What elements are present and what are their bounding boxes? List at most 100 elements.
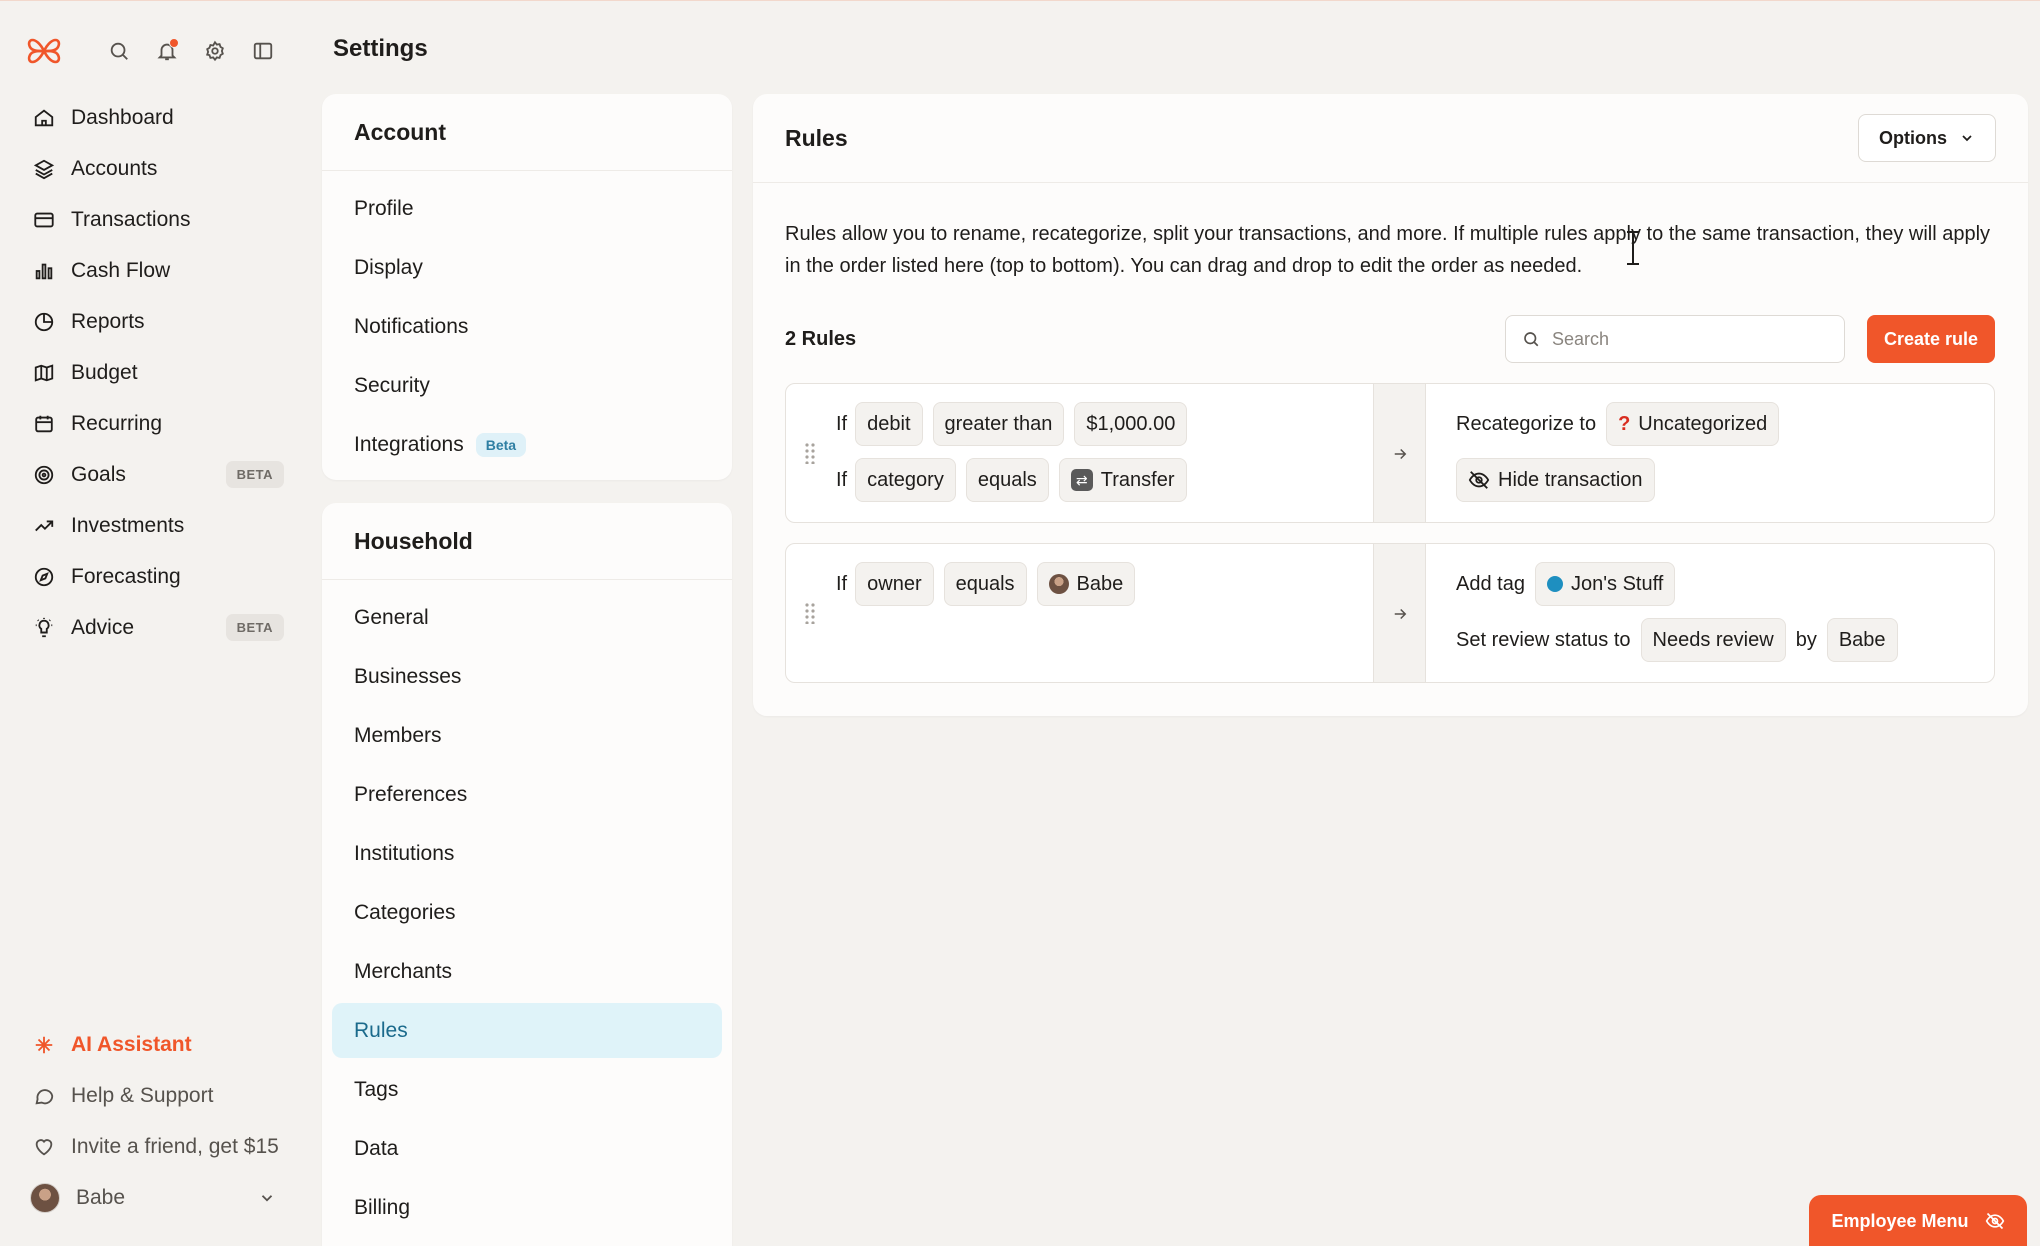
hide-transaction-chip[interactable]: Hide transaction bbox=[1456, 458, 1655, 502]
sidebar-item-reports[interactable]: Reports bbox=[20, 296, 290, 347]
settings-item-label: Integrations bbox=[354, 432, 464, 456]
help-support-link[interactable]: Help & Support bbox=[20, 1070, 290, 1121]
condition-value-label: Babe bbox=[1076, 572, 1124, 595]
tag-chip[interactable]: Jon's Stuff bbox=[1534, 562, 1676, 606]
trend-up-icon bbox=[32, 514, 56, 538]
settings-item-preferences[interactable]: Preferences bbox=[332, 767, 722, 822]
sidebar-item-label: Reports bbox=[71, 309, 145, 333]
arrow-right-icon bbox=[1391, 445, 1409, 463]
sidebar-item-label: Accounts bbox=[71, 156, 158, 180]
condition-value-chip[interactable]: ⇄ Transfer bbox=[1058, 458, 1187, 502]
settings-item-label: Merchants bbox=[354, 959, 453, 983]
drag-handle-icon[interactable] bbox=[804, 602, 816, 624]
settings-item-notifications[interactable]: Notifications bbox=[332, 299, 722, 354]
options-dropdown[interactable]: Options bbox=[1858, 114, 1996, 162]
condition-operator-chip[interactable]: equals bbox=[965, 458, 1049, 502]
sidebar-item-accounts[interactable]: Accounts bbox=[20, 143, 290, 194]
rule-actions: Add tag Jon's Stuff Set review status to… bbox=[1456, 562, 1976, 674]
condition-field-chip[interactable]: owner bbox=[855, 562, 934, 606]
employee-menu-label: Employee Menu bbox=[1831, 1210, 1969, 1231]
brand-logo-icon[interactable] bbox=[24, 31, 64, 71]
settings-item-businesses[interactable]: Businesses bbox=[332, 649, 722, 704]
hide-transaction-label: Hide transaction bbox=[1498, 468, 1643, 491]
rule-conditions: If debit greater than $1,000.00 If categ… bbox=[836, 402, 1366, 514]
arrow-right-icon bbox=[1391, 605, 1409, 623]
condition-operator-chip[interactable]: greater than bbox=[932, 402, 1065, 446]
settings-item-categories[interactable]: Categories bbox=[332, 885, 722, 940]
sidebar-item-forecasting[interactable]: Forecasting bbox=[20, 551, 290, 602]
rule-card[interactable]: If debit greater than $1,000.00 If categ… bbox=[785, 383, 1995, 523]
condition-field-chip[interactable]: category bbox=[855, 458, 956, 502]
settings-item-label: Data bbox=[354, 1136, 399, 1160]
page-title: Settings bbox=[333, 35, 428, 62]
condition-value-chip[interactable]: Babe bbox=[1036, 562, 1136, 606]
settings-item-members[interactable]: Members bbox=[332, 708, 722, 763]
settings-item-display[interactable]: Display bbox=[332, 240, 722, 295]
eye-off-icon bbox=[1468, 469, 1490, 491]
condition-row: If owner equals Babe bbox=[836, 562, 1366, 606]
avatar bbox=[1048, 574, 1069, 594]
settings-item-label: Preferences bbox=[354, 782, 468, 806]
lightbulb-icon bbox=[32, 616, 56, 640]
action-row: Recategorize to ? Uncategorized bbox=[1456, 402, 1976, 446]
reviewer-chip[interactable]: Babe bbox=[1826, 618, 1898, 662]
condition-field-chip[interactable]: debit bbox=[855, 402, 923, 446]
category-chip[interactable]: ? Uncategorized bbox=[1606, 402, 1780, 446]
options-label: Options bbox=[1879, 127, 1947, 148]
action-row: Add tag Jon's Stuff bbox=[1456, 562, 1976, 606]
user-menu[interactable]: Babe bbox=[20, 1172, 290, 1223]
sidebar-item-cash-flow[interactable]: Cash Flow bbox=[20, 245, 290, 296]
ai-assistant-label: AI Assistant bbox=[71, 1032, 192, 1056]
action-row: Set review status to Needs review by Bab… bbox=[1456, 618, 1976, 662]
sidebar-item-transactions[interactable]: Transactions bbox=[20, 194, 290, 245]
avatar bbox=[30, 1182, 60, 1213]
sidebar-item-advice[interactable]: Advice BETA bbox=[20, 602, 290, 653]
credit-card-icon bbox=[32, 208, 56, 232]
search-field[interactable] bbox=[1504, 315, 1845, 363]
invite-friend-link[interactable]: Invite a friend, get $15 bbox=[20, 1121, 290, 1172]
user-name: Babe bbox=[76, 1185, 126, 1209]
settings-item-data[interactable]: Data bbox=[332, 1121, 722, 1176]
rules-toolbar: 2 Rules Create rule bbox=[785, 314, 1995, 364]
settings-item-profile[interactable]: Profile bbox=[332, 181, 722, 236]
ai-assistant-button[interactable]: AI Assistant bbox=[20, 1019, 290, 1070]
rule-card[interactable]: If owner equals Babe Add tag Jon's Stuff… bbox=[785, 543, 1995, 683]
heart-icon bbox=[32, 1135, 56, 1159]
sidebar-item-dashboard[interactable]: Dashboard bbox=[20, 92, 290, 143]
sidebar-item-budget[interactable]: Budget bbox=[20, 347, 290, 398]
sidebar-item-goals[interactable]: Goals BETA bbox=[20, 449, 290, 500]
sidebar-item-investments[interactable]: Investments bbox=[20, 500, 290, 551]
gear-icon[interactable] bbox=[202, 38, 228, 64]
employee-menu-button[interactable]: Employee Menu bbox=[1809, 1195, 2027, 1246]
beta-badge: Beta bbox=[475, 432, 527, 457]
target-icon bbox=[32, 463, 56, 487]
settings-item-label: Members bbox=[354, 723, 442, 747]
settings-item-general[interactable]: General bbox=[332, 590, 722, 645]
sidebar-item-recurring[interactable]: Recurring bbox=[20, 398, 290, 449]
beta-badge: BETA bbox=[225, 614, 284, 641]
condition-value-chip[interactable]: $1,000.00 bbox=[1074, 402, 1188, 446]
action-row: Hide transaction bbox=[1456, 458, 1976, 502]
search-icon[interactable] bbox=[106, 38, 132, 64]
settings-item-billing[interactable]: Billing bbox=[332, 1180, 722, 1235]
settings-item-integrations[interactable]: Integrations Beta bbox=[332, 417, 722, 472]
sidebar-toggle-icon[interactable] bbox=[250, 38, 276, 64]
condition-row: If category equals ⇄ Transfer bbox=[836, 458, 1366, 502]
create-rule-button[interactable]: Create rule bbox=[1866, 315, 1995, 363]
action-label: Recategorize to bbox=[1456, 412, 1597, 435]
drag-handle-icon[interactable] bbox=[804, 442, 816, 464]
search-input[interactable] bbox=[1551, 328, 1832, 350]
settings-item-tags[interactable]: Tags bbox=[332, 1062, 722, 1117]
settings-item-security[interactable]: Security bbox=[332, 358, 722, 413]
settings-item-merchants[interactable]: Merchants bbox=[332, 944, 722, 999]
rules-title: Rules bbox=[785, 124, 848, 151]
bell-icon[interactable] bbox=[154, 38, 180, 64]
review-status-chip[interactable]: Needs review bbox=[1640, 618, 1786, 662]
action-label: Add tag bbox=[1456, 572, 1525, 595]
account-section-title: Account bbox=[322, 94, 732, 171]
settings-item-rules[interactable]: Rules bbox=[332, 1003, 722, 1058]
settings-item-institutions[interactable]: Institutions bbox=[332, 826, 722, 881]
condition-operator-chip[interactable]: equals bbox=[943, 562, 1027, 606]
rules-count: 2 Rules bbox=[785, 327, 857, 350]
rules-description: Rules allow you to rename, recategorize,… bbox=[785, 223, 1991, 277]
